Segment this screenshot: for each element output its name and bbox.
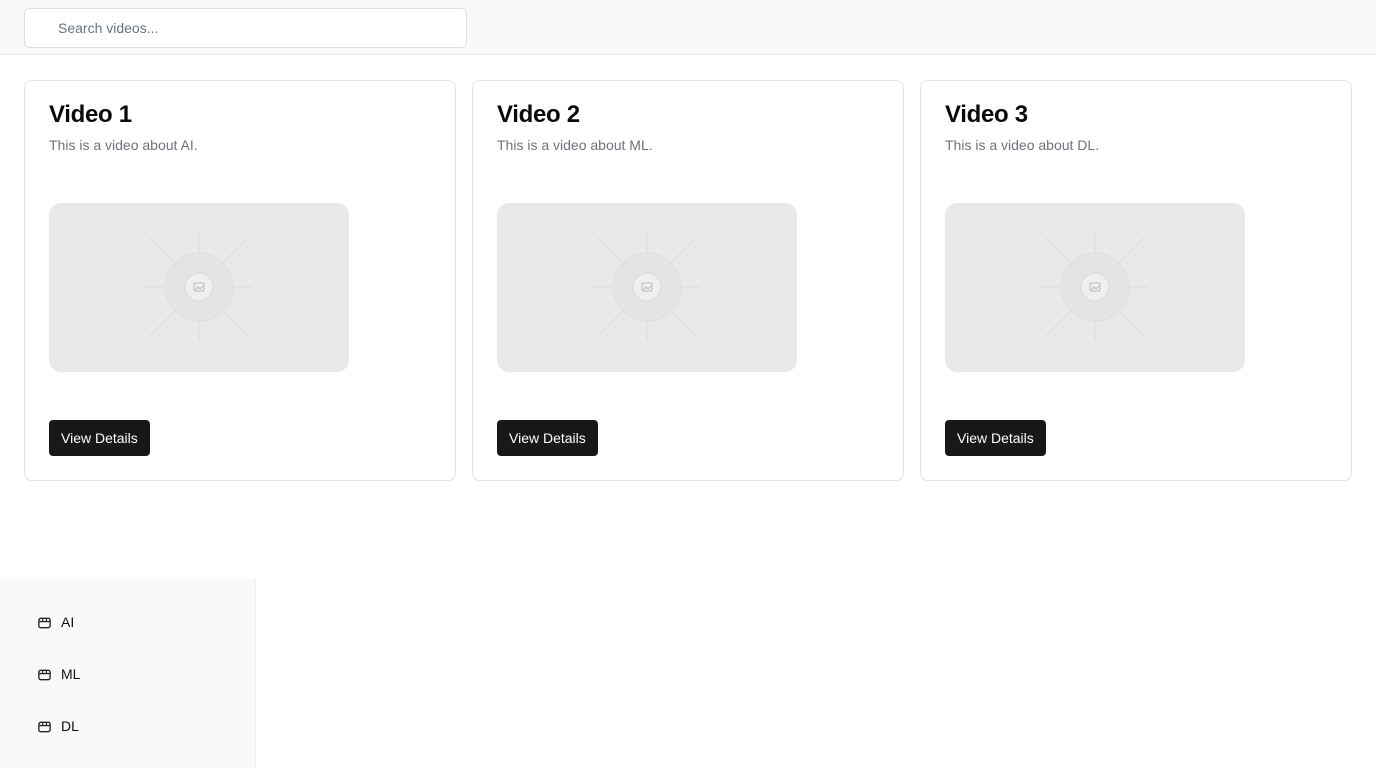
sidebar-item-dl[interactable]: DL [37, 714, 79, 738]
sidebar-item-ai[interactable]: AI [37, 610, 74, 634]
view-details-button[interactable]: View Details [49, 420, 150, 456]
sidebar-item-label: DL [61, 718, 79, 734]
video-thumbnail[interactable] [49, 203, 349, 372]
video-title: Video 3 [945, 101, 1028, 128]
video-title: Video 1 [49, 101, 132, 128]
search-input[interactable] [24, 8, 467, 48]
video-card: Video 1 This is a video about AI. View D… [24, 80, 456, 481]
video-description: This is a video about AI. [49, 137, 198, 153]
sidebar-item-ml[interactable]: ML [37, 662, 80, 686]
folder-icon [38, 617, 51, 628]
folder-icon [38, 721, 51, 732]
video-description: This is a video about DL. [945, 137, 1100, 153]
video-description: This is a video about ML. [497, 137, 653, 153]
image-icon [593, 233, 701, 341]
view-details-button[interactable]: View Details [945, 420, 1046, 456]
folder-icon [38, 669, 51, 680]
video-title: Video 2 [497, 101, 580, 128]
category-sidebar: AI ML DL [0, 579, 256, 768]
video-card: Video 2 This is a video about ML. View D… [472, 80, 904, 481]
sidebar-item-label: ML [61, 666, 81, 682]
sidebar-item-label: AI [61, 614, 75, 630]
top-bar [0, 0, 1376, 55]
image-icon [145, 233, 253, 341]
video-thumbnail[interactable] [945, 203, 1245, 372]
video-thumbnail[interactable] [497, 203, 797, 372]
image-icon [1041, 233, 1149, 341]
video-card: Video 3 This is a video about DL. View D… [920, 80, 1352, 481]
view-details-button[interactable]: View Details [497, 420, 598, 456]
